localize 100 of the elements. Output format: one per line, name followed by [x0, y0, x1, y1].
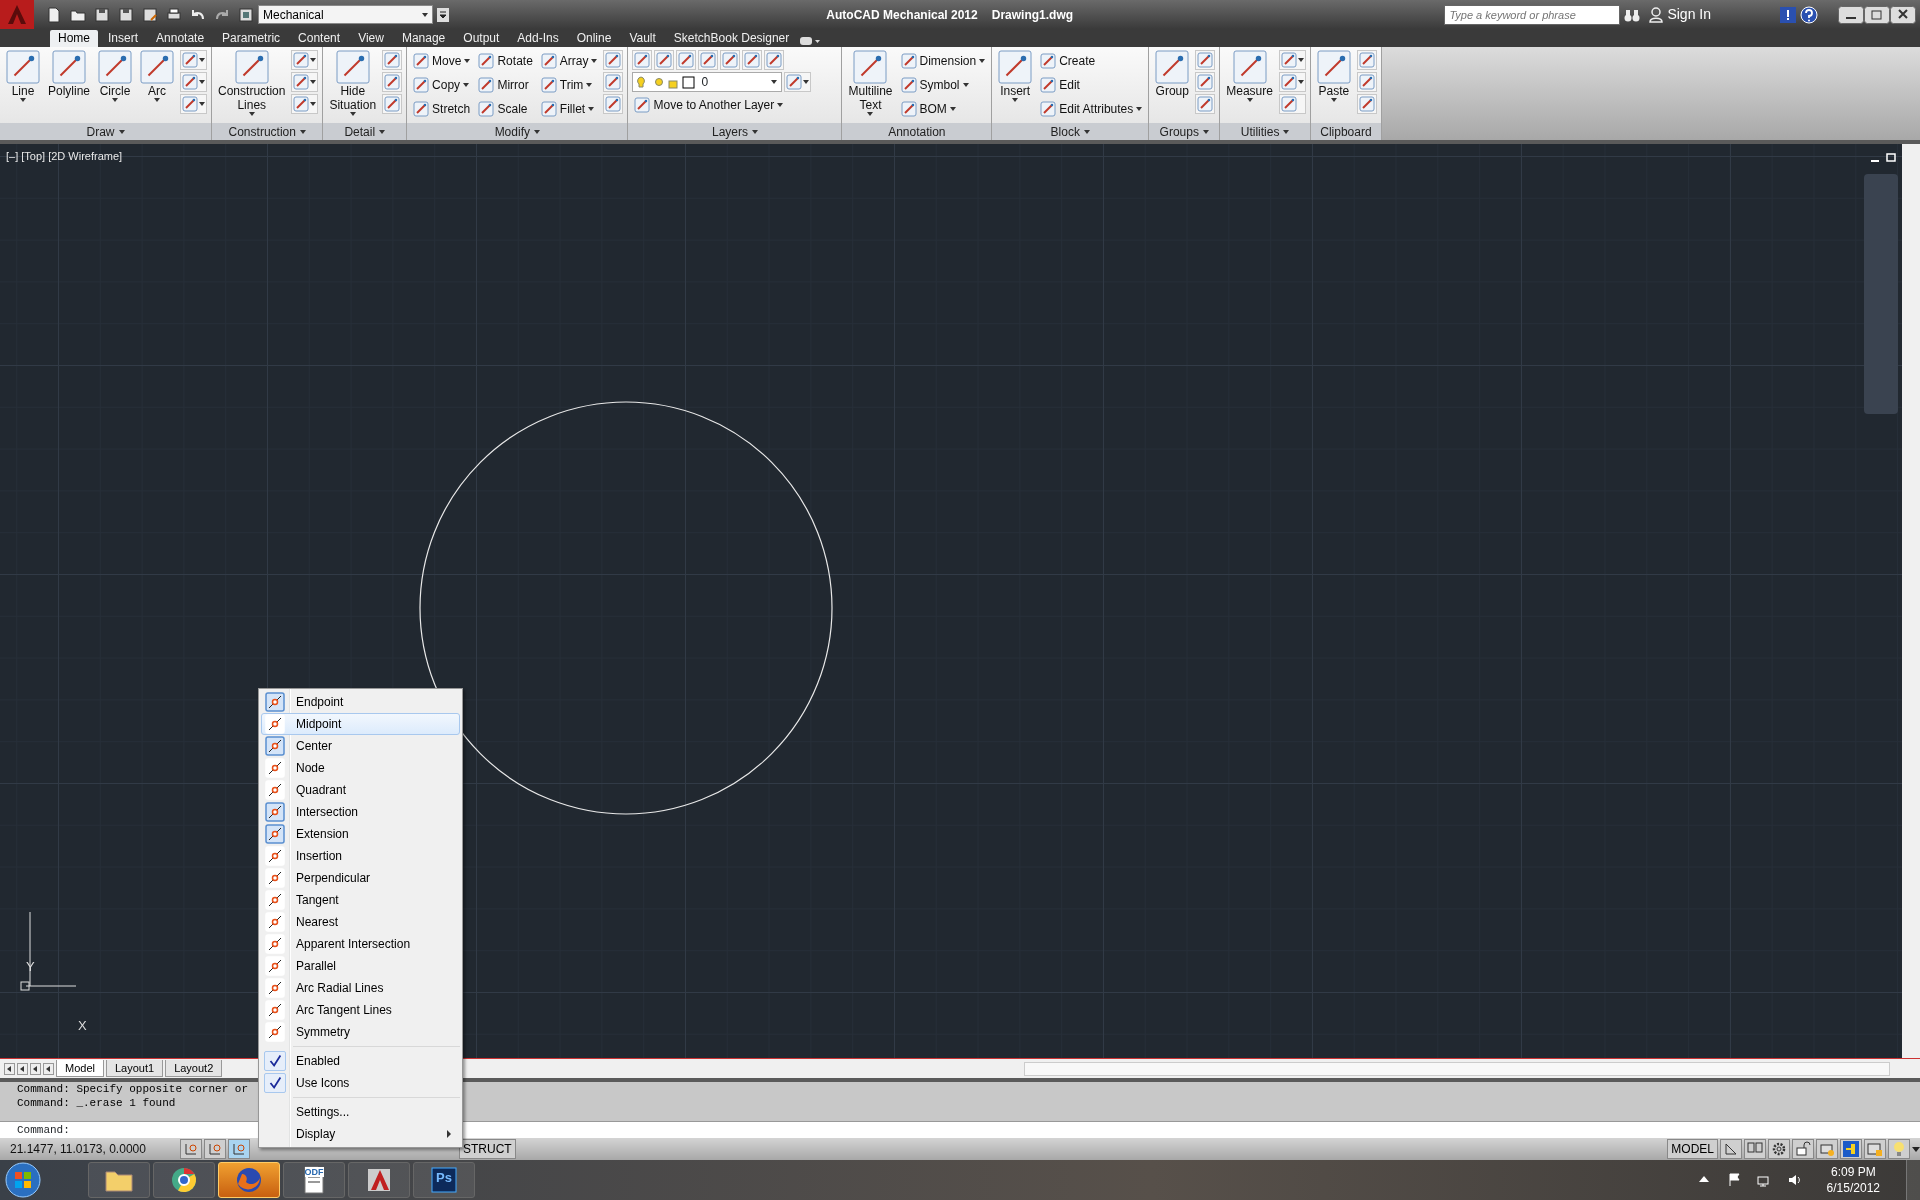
menu-item[interactable]: Arc Radial Lines — [261, 977, 460, 999]
ribbon-icon-button[interactable] — [1278, 72, 1306, 92]
panel-title[interactable]: Draw — [0, 123, 212, 140]
ribbon-tab[interactable]: Home — [50, 30, 98, 47]
ribbon-icon-button[interactable] — [382, 72, 403, 92]
status-button[interactable] — [1720, 1139, 1742, 1159]
save-icon[interactable] — [94, 6, 110, 23]
status-toggle[interactable] — [228, 1139, 250, 1159]
ribbon-icon-button[interactable] — [1278, 50, 1306, 70]
ribbon-icon-button[interactable] — [742, 50, 763, 70]
status-button[interactable] — [1840, 1139, 1862, 1159]
ribbon-icon-button[interactable] — [180, 72, 208, 92]
taskbar-app[interactable] — [88, 1162, 150, 1198]
ribbon-tab[interactable]: Parametric — [214, 30, 289, 47]
ribbon-button[interactable]: Circle — [96, 50, 135, 123]
taskbar-app[interactable] — [153, 1162, 215, 1198]
ribbon-button[interactable]: Create — [1038, 50, 1145, 72]
menu-item[interactable]: Center — [261, 735, 460, 757]
ribbon-button[interactable]: Arc — [138, 50, 177, 123]
ribbon-button[interactable]: Trim — [538, 74, 600, 96]
prev-icon[interactable] — [17, 1062, 28, 1075]
menu-item[interactable]: Node — [261, 757, 460, 779]
ribbon-icon-button[interactable] — [698, 50, 719, 70]
ribbon-tab[interactable]: SketchBook Designer — [665, 30, 798, 47]
clock[interactable]: 6:09 PM 6/15/2012 — [1816, 1164, 1890, 1196]
ribbon-button[interactable]: Move — [411, 50, 473, 72]
menu-item[interactable]: Quadrant — [261, 779, 460, 801]
ribbon-button[interactable]: Array — [538, 50, 600, 72]
ribbon-icon-button[interactable] — [784, 72, 812, 92]
ribbon-icon-button[interactable] — [1356, 94, 1377, 114]
ribbon-tab[interactable]: Content — [290, 30, 349, 47]
layout-tab[interactable]: Layout2 — [165, 1060, 223, 1077]
ribbon-button[interactable]: Multiline Text — [846, 50, 895, 123]
help-icon[interactable] — [1800, 5, 1818, 24]
taskbar-app[interactable]: Ps — [413, 1162, 475, 1198]
ribbon-tab[interactable]: Annotate — [148, 30, 213, 47]
horizontal-scrollbar[interactable] — [1024, 1061, 1890, 1076]
panel-title[interactable]: Groups — [1149, 123, 1220, 140]
ribbon-button[interactable]: BOM — [898, 98, 988, 120]
ribbon-icon-button[interactable] — [1195, 94, 1216, 114]
menu-item[interactable]: Perpendicular — [261, 867, 460, 889]
ribbon-tab[interactable]: Add-Ins — [509, 30, 567, 47]
model-space-button[interactable]: MODEL — [1667, 1139, 1718, 1159]
taskbar-app[interactable]: ODF — [283, 1162, 345, 1198]
toggle-ribbon-icon[interactable] — [799, 35, 822, 47]
save-as-icon[interactable] — [142, 6, 158, 23]
ribbon-icon-button[interactable] — [180, 94, 208, 114]
menu-item[interactable]: Tangent — [261, 889, 460, 911]
ribbon-icon-button[interactable] — [632, 50, 653, 70]
ribbon-icon-button[interactable] — [676, 50, 697, 70]
flag-icon[interactable] — [1726, 1172, 1741, 1188]
panel-title[interactable]: Clipboard — [1310, 123, 1381, 140]
ribbon-tab[interactable]: Insert — [100, 30, 147, 47]
ribbon-button[interactable]: Group — [1153, 50, 1192, 123]
status-button[interactable] — [1792, 1139, 1814, 1159]
panel-title[interactable]: Utilities — [1220, 123, 1310, 140]
ribbon-button[interactable]: Construction Lines — [216, 50, 288, 123]
menu-item[interactable]: Arc Tangent Lines — [261, 999, 460, 1021]
ribbon-icon-button[interactable] — [291, 50, 319, 70]
ribbon-button[interactable]: Paste — [1314, 50, 1353, 123]
start-button[interactable] — [4, 1161, 42, 1199]
panel-title[interactable]: Layers — [628, 123, 842, 140]
status-toggle[interactable] — [204, 1139, 226, 1159]
ribbon-tab[interactable]: View — [350, 30, 392, 47]
ribbon-button[interactable]: Mirror — [476, 74, 535, 96]
menu-item[interactable]: Parallel — [261, 955, 460, 977]
menu-item[interactable]: Extension — [261, 823, 460, 845]
last-icon[interactable] — [43, 1062, 54, 1075]
menu-item[interactable]: Intersection — [261, 801, 460, 823]
ribbon-icon-button[interactable] — [720, 50, 741, 70]
ribbon-button[interactable]: Edit — [1038, 74, 1145, 96]
ribbon-icon-button[interactable] — [603, 94, 624, 114]
layout-tab[interactable]: Model — [56, 1060, 104, 1077]
ribbon-tab[interactable]: Vault — [621, 30, 664, 47]
ribbon-icon-button[interactable] — [382, 94, 403, 114]
ribbon-button[interactable]: Hide Situation — [327, 50, 379, 123]
status-button[interactable] — [1768, 1139, 1790, 1159]
ribbon-icon-button[interactable] — [603, 50, 624, 70]
ribbon-button[interactable]: Edit Attributes — [1038, 98, 1145, 120]
print-icon[interactable] — [166, 6, 182, 23]
ribbon-button[interactable]: Scale — [476, 98, 535, 120]
first-icon[interactable] — [4, 1062, 15, 1075]
search-field[interactable]: Type a keyword or phrase — [1444, 4, 1621, 25]
save-icon[interactable] — [118, 6, 134, 23]
menu-item[interactable]: Nearest — [261, 911, 460, 933]
ribbon-icon-button[interactable] — [180, 50, 208, 70]
menu-item[interactable]: Settings... — [261, 1101, 460, 1123]
panel-title[interactable]: Modify — [407, 123, 628, 140]
ribbon-button[interactable]: Line — [4, 50, 42, 123]
struct-button[interactable]: STRUCT — [459, 1139, 516, 1159]
ribbon-button[interactable]: Stretch — [411, 98, 473, 120]
menu-item[interactable]: Insertion — [261, 845, 460, 867]
ribbon-icon-button[interactable] — [1195, 72, 1216, 92]
ribbon-icon-button[interactable] — [1278, 94, 1306, 114]
ribbon-button[interactable]: Dimension — [898, 50, 988, 72]
menu-item[interactable]: Midpoint — [261, 713, 460, 735]
ribbon-icon-button[interactable] — [764, 50, 785, 70]
panel-title[interactable]: Block — [992, 123, 1149, 140]
ribbon-button[interactable]: Rotate — [476, 50, 535, 72]
caret-icon[interactable] — [1912, 1145, 1920, 1153]
